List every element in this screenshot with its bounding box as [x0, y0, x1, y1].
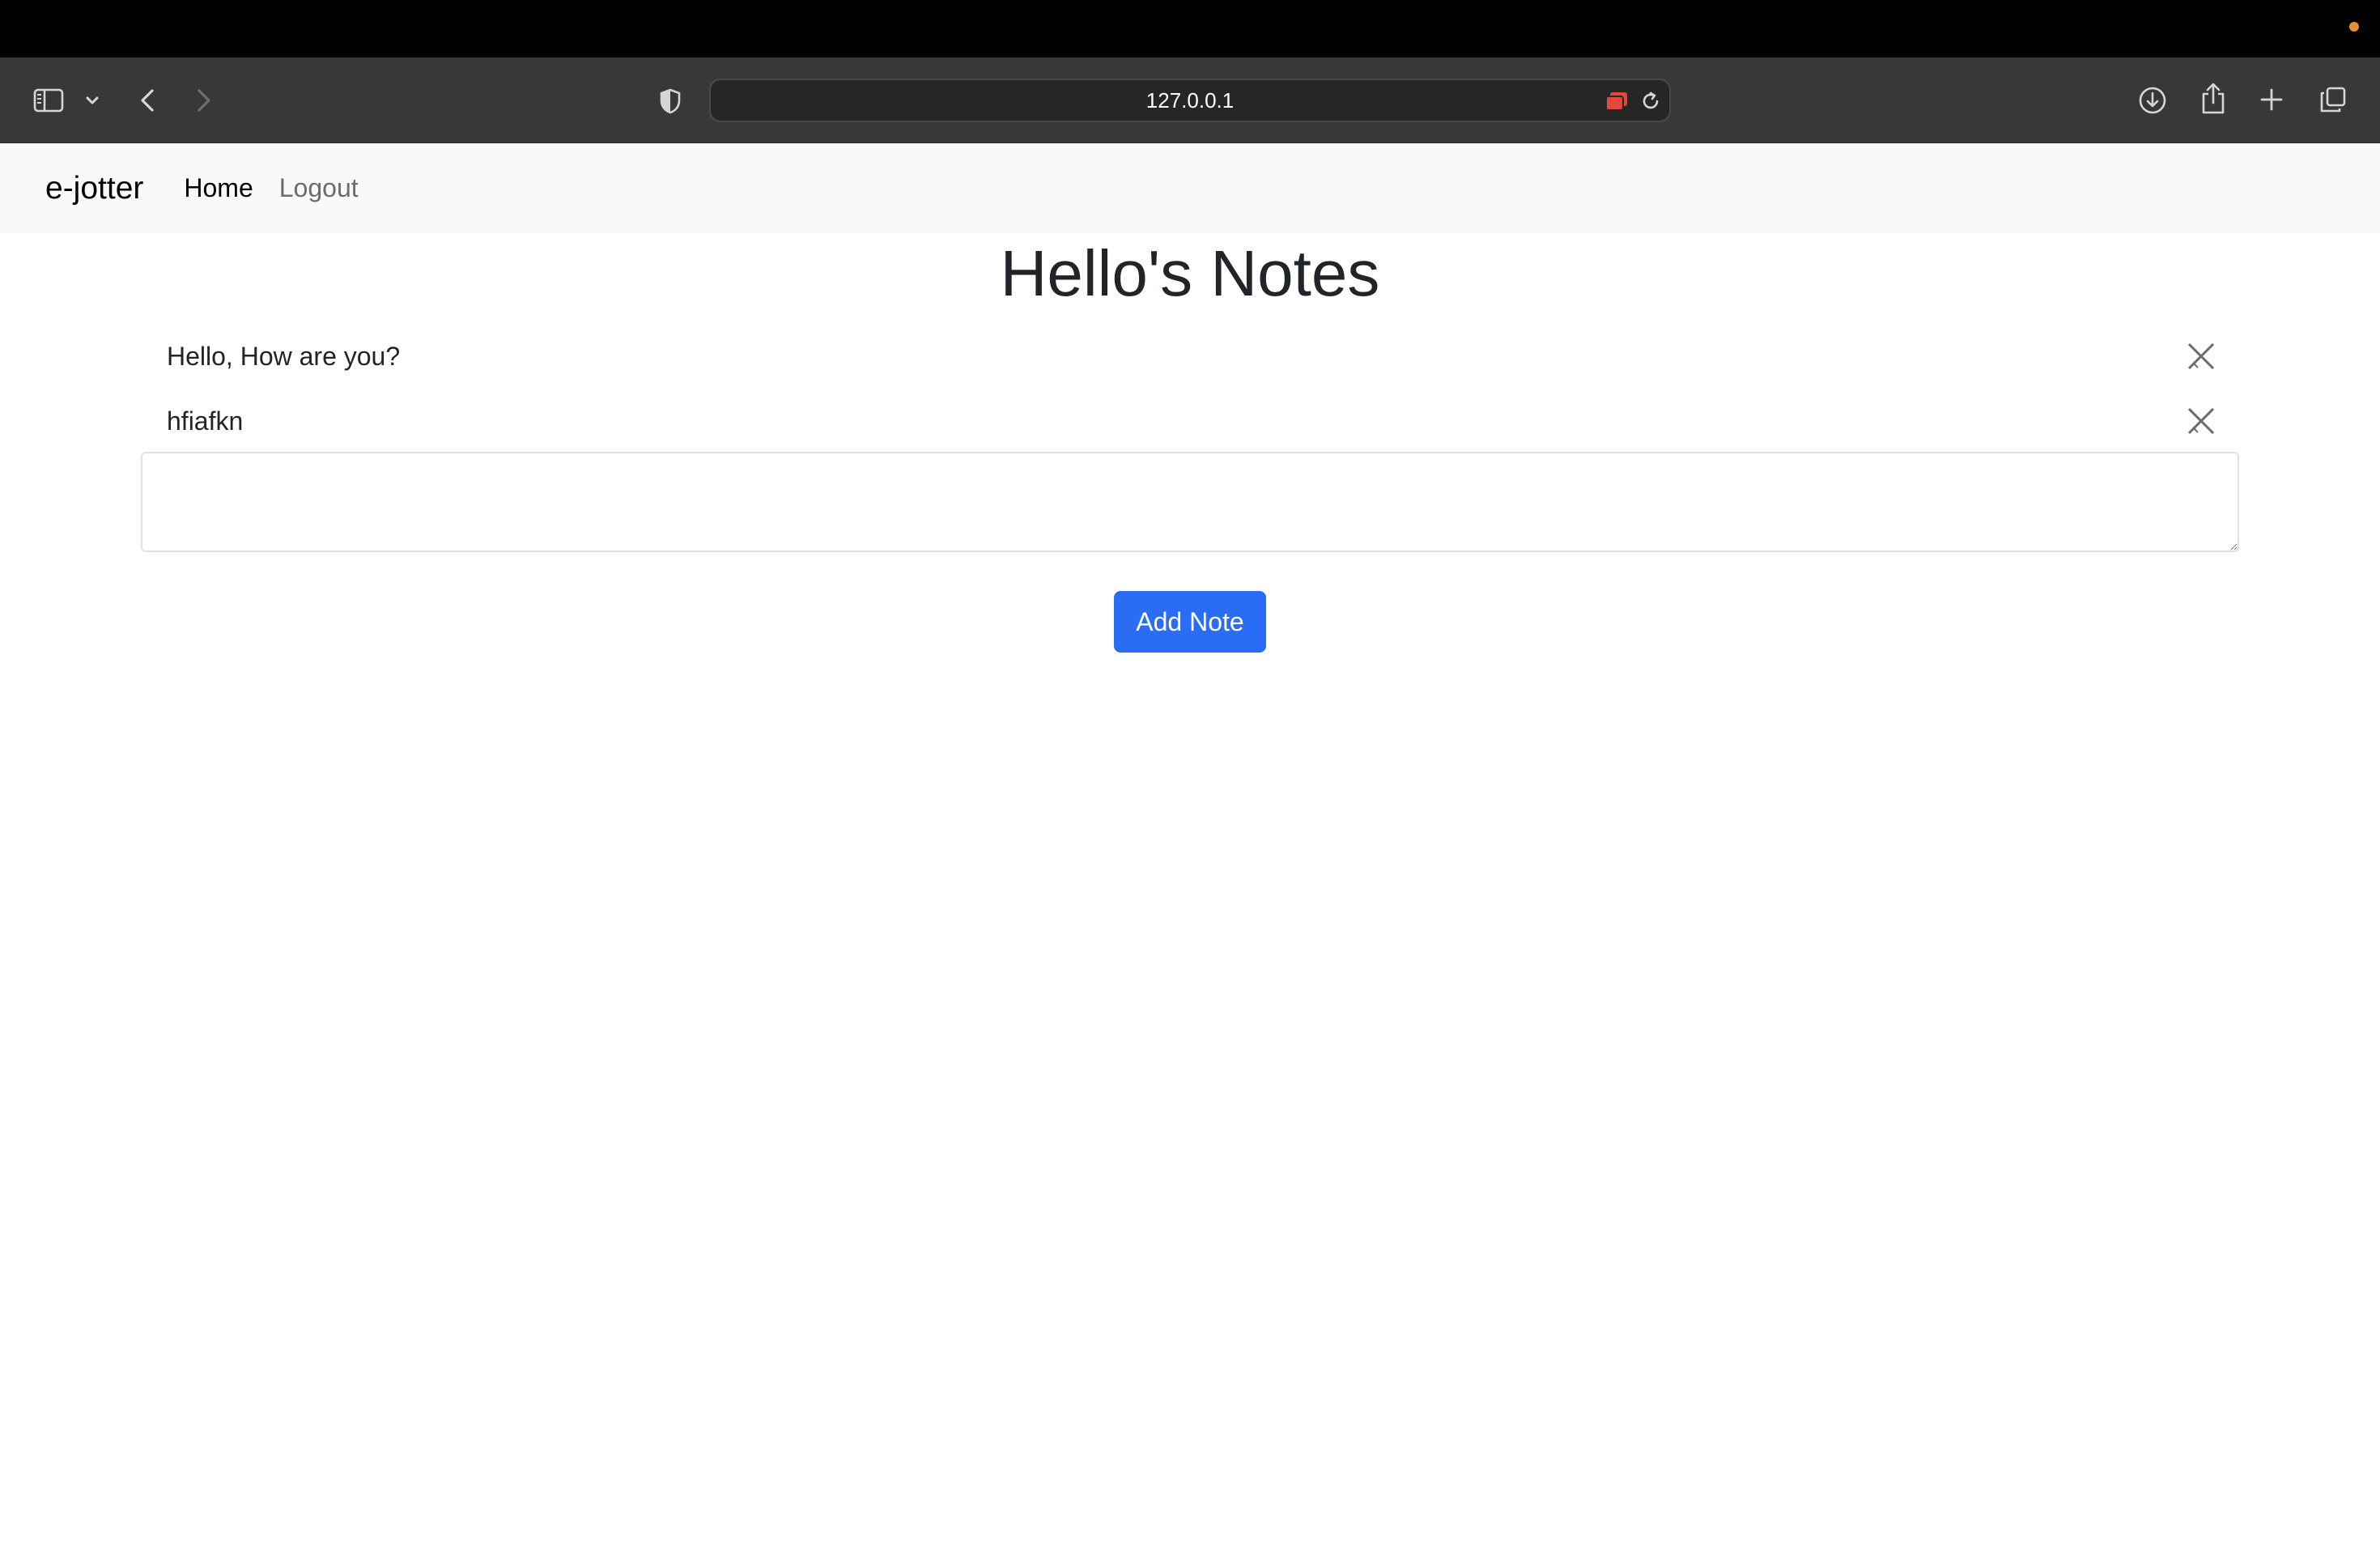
- note-item: Hello, How are you?: [141, 324, 2239, 389]
- privacy-shield-icon[interactable]: [656, 87, 685, 116]
- delete-note-button[interactable]: [2184, 339, 2218, 373]
- forward-icon[interactable]: [191, 87, 217, 114]
- reload-icon[interactable]: [1637, 87, 1664, 115]
- tabs-overview-icon[interactable]: [2317, 83, 2349, 116]
- note-text: hfiafkn: [167, 406, 244, 436]
- brand-logo[interactable]: e-jotter: [45, 171, 143, 206]
- extension-icon[interactable]: [1603, 87, 1630, 115]
- note-text: Hello, How are you?: [167, 341, 401, 371]
- delete-note-button[interactable]: [2184, 404, 2218, 438]
- system-menubar: [0, 0, 2380, 57]
- status-dot-icon: [2349, 22, 2359, 32]
- close-icon: [2187, 407, 2215, 435]
- download-icon[interactable]: [2136, 83, 2170, 117]
- nav-link-home[interactable]: Home: [184, 173, 253, 203]
- nav-link-logout[interactable]: Logout: [279, 173, 359, 203]
- new-tab-icon[interactable]: [2257, 85, 2286, 114]
- add-note-button[interactable]: Add Note: [1114, 591, 1266, 653]
- chevron-down-icon[interactable]: [83, 90, 102, 111]
- sidebar-icon[interactable]: [31, 85, 66, 116]
- address-bar[interactable]: 127.0.0.1: [709, 79, 1671, 122]
- url-text: 127.0.0.1: [1145, 87, 1235, 113]
- back-icon[interactable]: [134, 87, 160, 114]
- page-title: Hello's Notes: [1000, 237, 1380, 309]
- notes-list: Hello, How are you? hfiafkn: [141, 324, 2239, 453]
- browser-toolbar: 127.0.0.1: [0, 57, 2380, 143]
- note-item: hfiafkn: [141, 389, 2239, 453]
- new-note-textarea[interactable]: [141, 452, 2239, 552]
- app-navbar: e-jotter Home Logout: [0, 143, 2380, 233]
- share-icon[interactable]: [2197, 80, 2229, 117]
- close-icon: [2187, 342, 2215, 370]
